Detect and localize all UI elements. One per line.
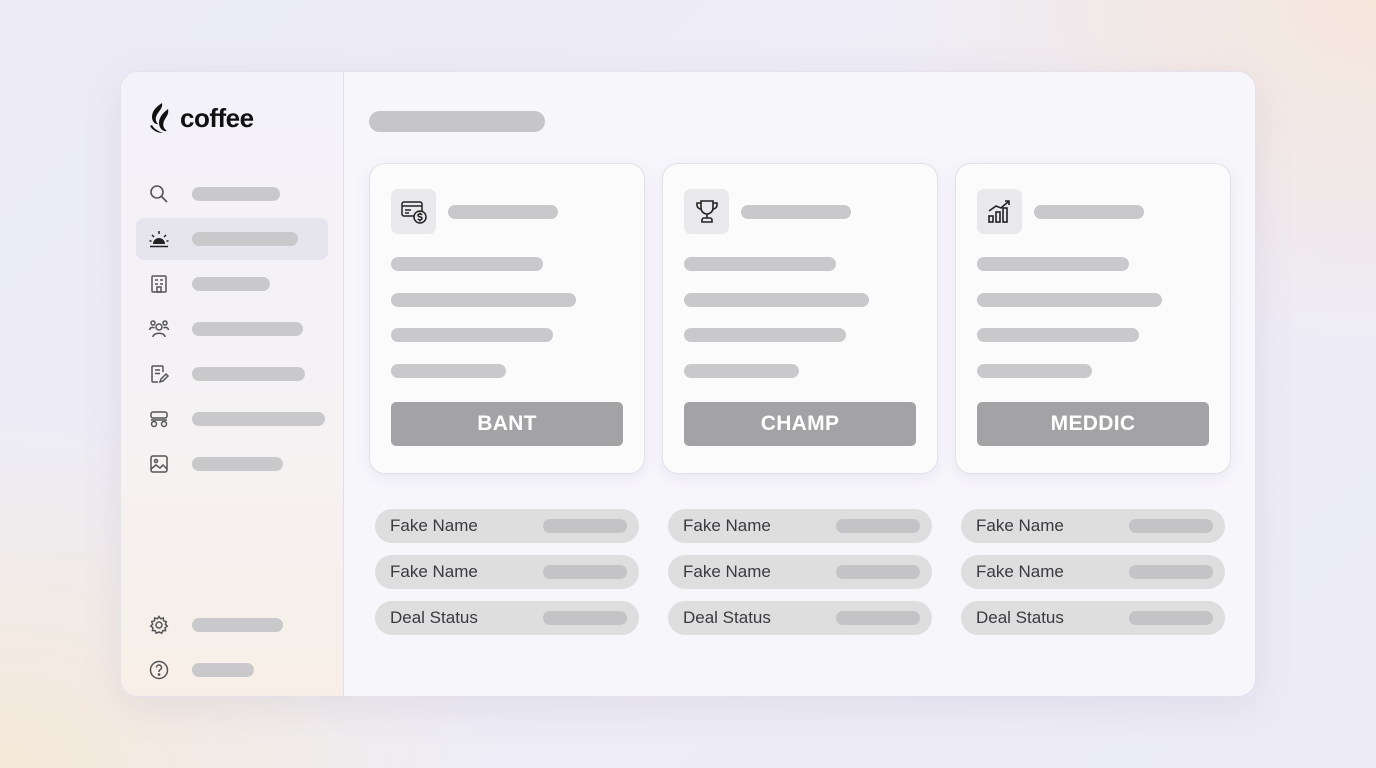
field-value-placeholder bbox=[1129, 565, 1213, 579]
building-icon bbox=[151, 275, 167, 293]
sunrise-icon bbox=[149, 231, 169, 248]
field-row[interactable]: Fake Name bbox=[375, 555, 639, 589]
card-line-placeholder bbox=[684, 257, 836, 271]
field-row[interactable]: Deal Status bbox=[375, 601, 639, 635]
sidebar-item-meetings[interactable] bbox=[136, 398, 328, 440]
sidebar: coffee bbox=[121, 72, 344, 696]
field-value-placeholder bbox=[1129, 519, 1213, 533]
field-label: Fake Name bbox=[390, 562, 478, 581]
sidebar-item-label-placeholder bbox=[192, 618, 283, 632]
card-line-placeholder bbox=[977, 328, 1139, 342]
money-stack-icon bbox=[400, 200, 427, 224]
coffee-logo-icon bbox=[150, 103, 169, 133]
sidebar-item-today[interactable] bbox=[136, 218, 328, 260]
card-title-placeholder bbox=[448, 205, 558, 219]
field-value-placeholder bbox=[543, 611, 627, 625]
card-line-placeholder bbox=[391, 328, 553, 342]
framework-card-bant[interactable]: BANT bbox=[369, 163, 645, 474]
image-icon bbox=[150, 455, 168, 473]
framework-card-champ[interactable]: CHAMP bbox=[662, 163, 938, 474]
card-line-placeholder bbox=[391, 293, 576, 307]
trophy-icon bbox=[695, 199, 718, 223]
field-label: Fake Name bbox=[976, 562, 1064, 581]
card-line-placeholder bbox=[684, 328, 846, 342]
champ-button[interactable]: CHAMP bbox=[684, 402, 916, 446]
sidebar-item-label-placeholder bbox=[192, 367, 305, 381]
field-row[interactable]: Deal Status bbox=[668, 601, 932, 635]
sidebar-item-label-placeholder bbox=[192, 412, 325, 426]
sidebar-item-search[interactable] bbox=[136, 173, 328, 215]
card-icon-wrap bbox=[684, 189, 729, 234]
sidebar-item-label-placeholder bbox=[192, 322, 303, 336]
card-line-placeholder bbox=[977, 293, 1162, 307]
sidebar-item-label-placeholder bbox=[192, 663, 254, 677]
card-line-placeholder bbox=[684, 364, 799, 378]
sidebar-item-label-placeholder bbox=[192, 457, 283, 471]
field-label: Fake Name bbox=[390, 516, 478, 535]
logo[interactable]: coffee bbox=[148, 102, 254, 134]
field-value-placeholder bbox=[836, 611, 920, 625]
field-label: Deal Status bbox=[390, 608, 478, 627]
field-value-placeholder bbox=[543, 565, 627, 579]
field-value-placeholder bbox=[836, 519, 920, 533]
search-icon bbox=[150, 185, 168, 203]
app-window: coffee BANT CHAMP MEDDIC Fake Name Fake … bbox=[120, 71, 1256, 697]
sidebar-item-notes[interactable] bbox=[136, 353, 328, 395]
field-label: Fake Name bbox=[683, 562, 771, 581]
field-label: Deal Status bbox=[976, 608, 1064, 627]
field-label: Deal Status bbox=[683, 608, 771, 627]
field-row[interactable]: Fake Name bbox=[961, 555, 1225, 589]
gear-icon bbox=[149, 615, 169, 635]
card-line-placeholder bbox=[684, 293, 869, 307]
card-line-placeholder bbox=[977, 257, 1129, 271]
sidebar-item-settings[interactable] bbox=[136, 604, 328, 646]
card-title-placeholder bbox=[1034, 205, 1144, 219]
growth-chart-icon bbox=[987, 199, 1010, 223]
main-content: BANT CHAMP MEDDIC Fake Name Fake Name De… bbox=[345, 72, 1255, 696]
seats-icon bbox=[150, 411, 168, 428]
field-value-placeholder bbox=[1129, 611, 1213, 625]
sidebar-item-contacts[interactable] bbox=[136, 308, 328, 350]
sidebar-item-label-placeholder bbox=[192, 232, 298, 246]
card-title-placeholder bbox=[741, 205, 851, 219]
sidebar-item-companies[interactable] bbox=[136, 263, 328, 305]
logo-text: coffee bbox=[180, 102, 254, 133]
field-row[interactable]: Fake Name bbox=[668, 555, 932, 589]
field-label: Fake Name bbox=[683, 516, 771, 535]
field-value-placeholder bbox=[543, 519, 627, 533]
note-edit-icon bbox=[151, 365, 170, 384]
field-row[interactable]: Fake Name bbox=[375, 509, 639, 543]
bant-button[interactable]: BANT bbox=[391, 402, 623, 446]
field-value-placeholder bbox=[836, 565, 920, 579]
card-icon-wrap bbox=[391, 189, 436, 234]
help-icon bbox=[149, 660, 169, 680]
card-line-placeholder bbox=[977, 364, 1092, 378]
card-line-placeholder bbox=[391, 257, 543, 271]
card-icon-wrap bbox=[977, 189, 1022, 234]
field-row[interactable]: Fake Name bbox=[961, 509, 1225, 543]
framework-card-meddic[interactable]: MEDDIC bbox=[955, 163, 1231, 474]
field-label: Fake Name bbox=[976, 516, 1064, 535]
sidebar-item-label-placeholder bbox=[192, 187, 280, 201]
field-row[interactable]: Fake Name bbox=[668, 509, 932, 543]
sidebar-item-help[interactable] bbox=[136, 649, 328, 691]
card-line-placeholder bbox=[391, 364, 506, 378]
field-row[interactable]: Deal Status bbox=[961, 601, 1225, 635]
sidebar-item-media[interactable] bbox=[136, 443, 328, 485]
people-icon bbox=[148, 320, 170, 338]
meddic-button[interactable]: MEDDIC bbox=[977, 402, 1209, 446]
page-title-placeholder bbox=[369, 111, 545, 132]
sidebar-item-label-placeholder bbox=[192, 277, 270, 291]
